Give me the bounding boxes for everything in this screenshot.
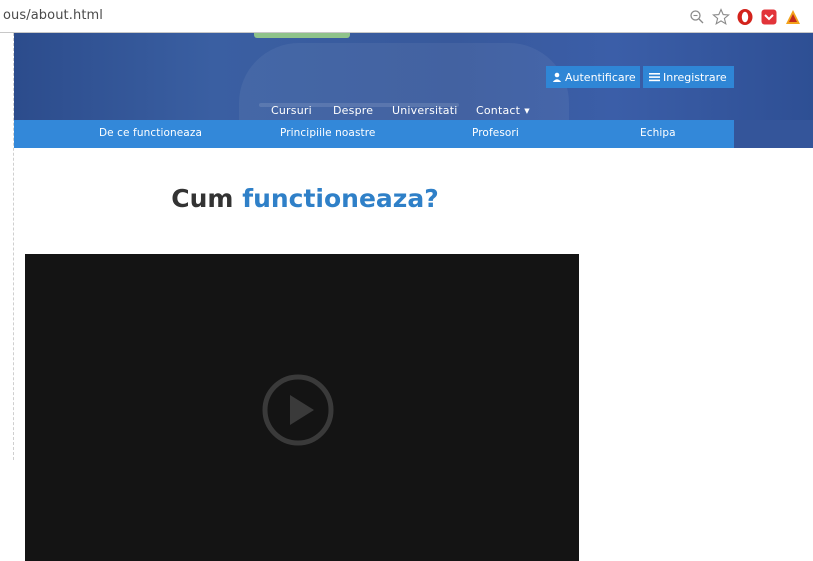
browser-address-bar: ous/about.html [0, 0, 813, 33]
section-link-profesori[interactable]: Profesori [472, 127, 519, 139]
page-title: Cum functioneaza? [0, 184, 610, 213]
zoom-icon[interactable] [687, 7, 707, 27]
section-nav: De ce functioneaza Principiile noastre P… [14, 120, 734, 148]
pocket-icon[interactable] [759, 7, 779, 27]
register-button[interactable]: Inregistrare [643, 66, 734, 88]
opera-icon[interactable] [735, 7, 755, 27]
caret-down-icon: ▼ [524, 107, 530, 115]
url-field[interactable]: ous/about.html [3, 8, 103, 23]
header-green-tab [254, 33, 350, 38]
login-button-label: Autentificare [565, 70, 636, 84]
list-icon [649, 72, 660, 82]
nav-item-despre[interactable]: Despre [333, 104, 373, 117]
browser-toolbar-icons [683, 6, 803, 28]
header-background-right [734, 120, 813, 148]
page-title-plain: Cum [171, 184, 234, 213]
nav-item-contact[interactable]: Contact ▼ [476, 104, 530, 117]
page-title-accent: functioneaza? [242, 184, 439, 213]
user-icon [552, 72, 562, 82]
section-link-principiile-noastre[interactable]: Principiile noastre [280, 127, 376, 139]
video-player[interactable] [25, 254, 579, 561]
register-button-label: Inregistrare [663, 70, 727, 84]
nav-item-contact-label: Contact [476, 104, 521, 117]
play-icon[interactable] [261, 373, 335, 447]
star-icon[interactable] [711, 7, 731, 27]
section-link-de-ce-functioneaza[interactable]: De ce functioneaza [99, 127, 202, 139]
nav-item-cursuri[interactable]: Cursuri [271, 104, 312, 117]
acrobat-icon[interactable] [783, 7, 803, 27]
login-button[interactable]: Autentificare [546, 66, 640, 88]
nav-item-universitati[interactable]: Universitati [392, 104, 458, 117]
section-link-echipa[interactable]: Echipa [640, 127, 676, 139]
